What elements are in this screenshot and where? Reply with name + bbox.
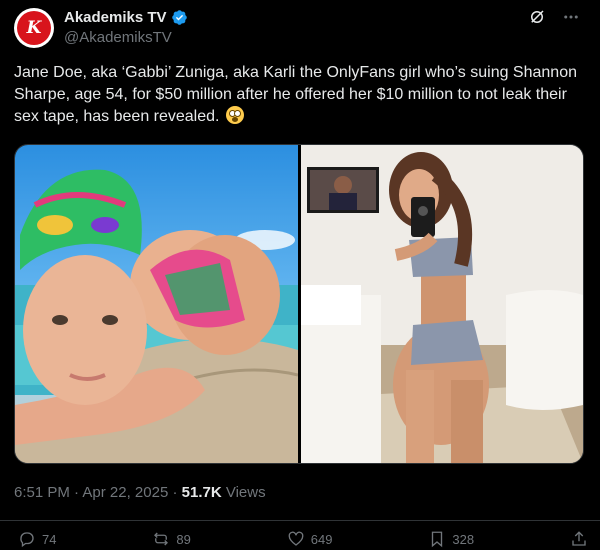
media-photo-2[interactable] [301, 145, 583, 463]
reply-count: 74 [42, 531, 57, 547]
tweet-text-block: Jane Doe, aka ‘Gabbi’ Zuniga, aka Karli … [14, 62, 586, 128]
media-grid [14, 144, 584, 464]
photo-1-drawing [15, 169, 298, 463]
reply-button[interactable]: 74 [18, 530, 56, 548]
handle[interactable]: @AkademiksTV [64, 29, 172, 46]
photo-2-drawing [301, 145, 583, 463]
repost-count: 89 [176, 531, 191, 547]
share-button[interactable] [570, 530, 588, 548]
tweet-time[interactable]: 6:51 PM [14, 484, 70, 501]
repost-button[interactable]: 89 [152, 530, 191, 548]
like-button[interactable]: 649 [287, 530, 333, 548]
name-row: Akademiks TV [64, 9, 188, 26]
header-actions [528, 8, 580, 26]
views-label: Views [225, 484, 266, 501]
avatar[interactable]: K [14, 8, 54, 48]
media-photo-1[interactable] [15, 145, 298, 463]
more-options-icon[interactable] [562, 8, 580, 26]
display-name[interactable]: Akademiks TV [64, 9, 167, 26]
views-count: 51.7K [181, 484, 222, 501]
verified-badge-icon [171, 10, 187, 25]
timestamp-row: 6:51 PM · Apr 22, 2025 · 51.7K Views [14, 484, 266, 501]
like-count: 649 [310, 531, 333, 547]
repost-icon [154, 532, 169, 546]
action-bar: 74 89 649 328 [18, 530, 588, 548]
flushed-face-emoji-icon [225, 106, 244, 124]
bookmark-count: 328 [452, 531, 475, 547]
grok-icon[interactable] [528, 8, 546, 26]
avatar-logo: K [17, 11, 51, 45]
bookmark-icon [432, 531, 443, 548]
divider [0, 520, 600, 521]
tweet-date[interactable]: Apr 22, 2025 [82, 484, 168, 501]
heart-icon [288, 531, 304, 546]
share-icon [572, 531, 586, 546]
tweet-text: Jane Doe, aka ‘Gabbi’ Zuniga, aka Karli … [14, 64, 577, 125]
reply-icon [20, 532, 34, 548]
bookmark-button[interactable]: 328 [428, 530, 474, 548]
tweet-header: K Akademiks TV @AkademiksTV [14, 8, 586, 48]
